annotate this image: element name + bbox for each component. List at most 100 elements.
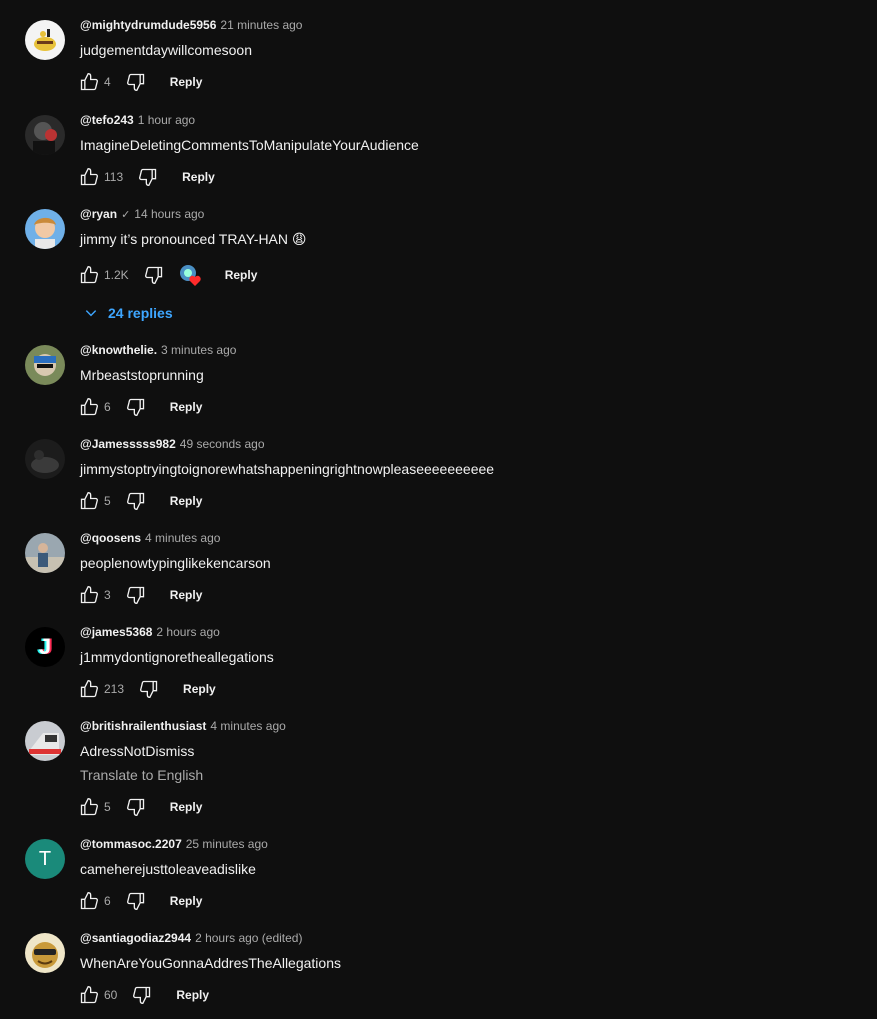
comment-text: j1mmydontignoretheallegations (80, 649, 274, 665)
creator-heart-icon (179, 264, 201, 286)
avatar[interactable] (25, 20, 65, 60)
like-icon[interactable] (78, 396, 100, 418)
avatar[interactable] (25, 209, 65, 249)
dislike-icon[interactable] (138, 678, 160, 700)
timestamp[interactable]: 2 hours ago (156, 625, 219, 639)
like-count: 6 (104, 894, 111, 908)
reply-button[interactable]: Reply (170, 400, 203, 414)
timestamp[interactable]: 49 seconds ago (180, 437, 265, 451)
like-count: 4 (104, 75, 111, 89)
reply-button[interactable]: Reply (176, 988, 209, 1002)
dislike-icon[interactable] (125, 584, 147, 606)
timestamp[interactable]: 14 hours ago (134, 207, 204, 221)
avatar[interactable]: J (25, 627, 65, 667)
like-icon[interactable] (78, 678, 100, 700)
author-name[interactable]: @qoosens (80, 531, 141, 545)
comment-text: AdressNotDismiss (80, 743, 195, 759)
like-count: 6 (104, 400, 111, 414)
timestamp[interactable]: 25 minutes ago (186, 837, 268, 851)
comment-text: WhenAreYouGonnaAddresTheAllegations (80, 955, 341, 971)
comment-header: @qoosens 4 minutes ago (80, 530, 220, 546)
author-name[interactable]: @santiagodiaz2944 (80, 931, 191, 945)
like-icon[interactable] (78, 490, 100, 512)
dislike-icon[interactable] (143, 264, 165, 286)
comment-header: @knowthelie. 3 minutes ago (80, 342, 236, 358)
comment-actions: 3 Reply (78, 583, 202, 607)
reply-button[interactable]: Reply (170, 894, 203, 908)
timestamp[interactable]: 1 hour ago (138, 113, 195, 127)
verified-icon: ✓ (121, 209, 131, 221)
comment-header: @mightydrumdude5956 21 minutes ago (80, 17, 302, 33)
timestamp[interactable]: 3 minutes ago (161, 343, 236, 357)
reply-button[interactable]: Reply (170, 588, 203, 602)
timestamp[interactable]: 21 minutes ago (220, 18, 302, 32)
like-count: 3 (104, 588, 111, 602)
like-icon[interactable] (78, 71, 100, 93)
comment-header: @tefo243 1 hour ago (80, 112, 195, 128)
reply-button[interactable]: Reply (182, 170, 215, 184)
comment-text: ImagineDeletingCommentsToManipulateYourA… (80, 137, 419, 153)
comment-actions: 5 Reply (78, 795, 202, 819)
like-icon[interactable] (78, 584, 100, 606)
avatar[interactable] (25, 439, 65, 479)
reply-button[interactable]: Reply (170, 75, 203, 89)
dislike-icon[interactable] (137, 166, 159, 188)
comment-header: @Jamesssss982 49 seconds ago (80, 436, 265, 452)
like-count: 5 (104, 494, 111, 508)
like-count: 213 (104, 682, 125, 696)
comment-text: jimmy it’s pronounced TRAY-HAN 😩 (80, 231, 307, 247)
translate-link[interactable]: Translate to English (80, 765, 203, 785)
view-replies-button[interactable]: 24 replies (84, 305, 173, 321)
comment-actions: 6 Reply (78, 395, 202, 419)
timestamp[interactable]: 4 minutes ago (145, 531, 220, 545)
dislike-icon[interactable] (125, 796, 147, 818)
comment-actions: 5 Reply (78, 489, 202, 513)
author-name[interactable]: @knowthelie. (80, 343, 157, 357)
replies-count: 24 replies (108, 305, 173, 321)
like-icon[interactable] (78, 984, 100, 1006)
comment-actions: 1.2K Reply (78, 263, 257, 287)
like-icon[interactable] (78, 796, 100, 818)
author-name[interactable]: @james5368 (80, 625, 152, 639)
like-icon[interactable] (78, 890, 100, 912)
comment-header: @santiagodiaz2944 2 hours ago (edited) (80, 930, 302, 946)
avatar[interactable] (25, 115, 65, 155)
timestamp[interactable]: 2 hours ago (edited) (195, 931, 302, 945)
reply-button[interactable]: Reply (225, 268, 258, 282)
avatar[interactable] (25, 721, 65, 761)
author-name[interactable]: @Jamesssss982 (80, 437, 176, 451)
author-name[interactable]: @tommasoc.2207 (80, 837, 182, 851)
comment-text: Mrbeaststoprunning (80, 367, 204, 383)
comment-header: @britishrailenthusiast 4 minutes ago (80, 718, 286, 734)
reply-button[interactable]: Reply (170, 800, 203, 814)
avatar[interactable] (25, 533, 65, 573)
like-count: 113 (104, 170, 124, 184)
timestamp[interactable]: 4 minutes ago (210, 719, 285, 733)
author-name[interactable]: @britishrailenthusiast (80, 719, 206, 733)
comment-actions: 213 Reply (78, 677, 216, 701)
author-name[interactable]: @ryan (80, 207, 117, 221)
comment-header: @ryan ✓ 14 hours ago (80, 206, 204, 222)
avatar[interactable] (25, 345, 65, 385)
dislike-icon[interactable] (125, 490, 147, 512)
author-name[interactable]: @mightydrumdude5956 (80, 18, 216, 32)
chevron-down-icon (85, 310, 97, 317)
reply-button[interactable]: Reply (170, 494, 203, 508)
author-name[interactable]: @tefo243 (80, 113, 134, 127)
dislike-icon[interactable] (125, 71, 147, 93)
dislike-icon[interactable] (125, 396, 147, 418)
reply-button[interactable]: Reply (183, 682, 216, 696)
avatar[interactable] (25, 933, 65, 973)
dislike-icon[interactable] (125, 890, 147, 912)
comment-actions: 4 Reply (78, 70, 202, 94)
comment-text: cameherejusttoleaveadislike (80, 861, 256, 877)
avatar[interactable]: T (25, 839, 65, 879)
like-icon[interactable] (78, 166, 100, 188)
comment-text: jimmystoptryingtoignorewhatshappeningrig… (80, 461, 495, 477)
like-count: 5 (104, 800, 111, 814)
dislike-icon[interactable] (131, 984, 153, 1006)
avatar-letter: J (38, 634, 52, 659)
like-icon[interactable] (78, 264, 100, 286)
like-count: 60 (104, 988, 118, 1002)
avatar-letter: T (38, 847, 52, 870)
